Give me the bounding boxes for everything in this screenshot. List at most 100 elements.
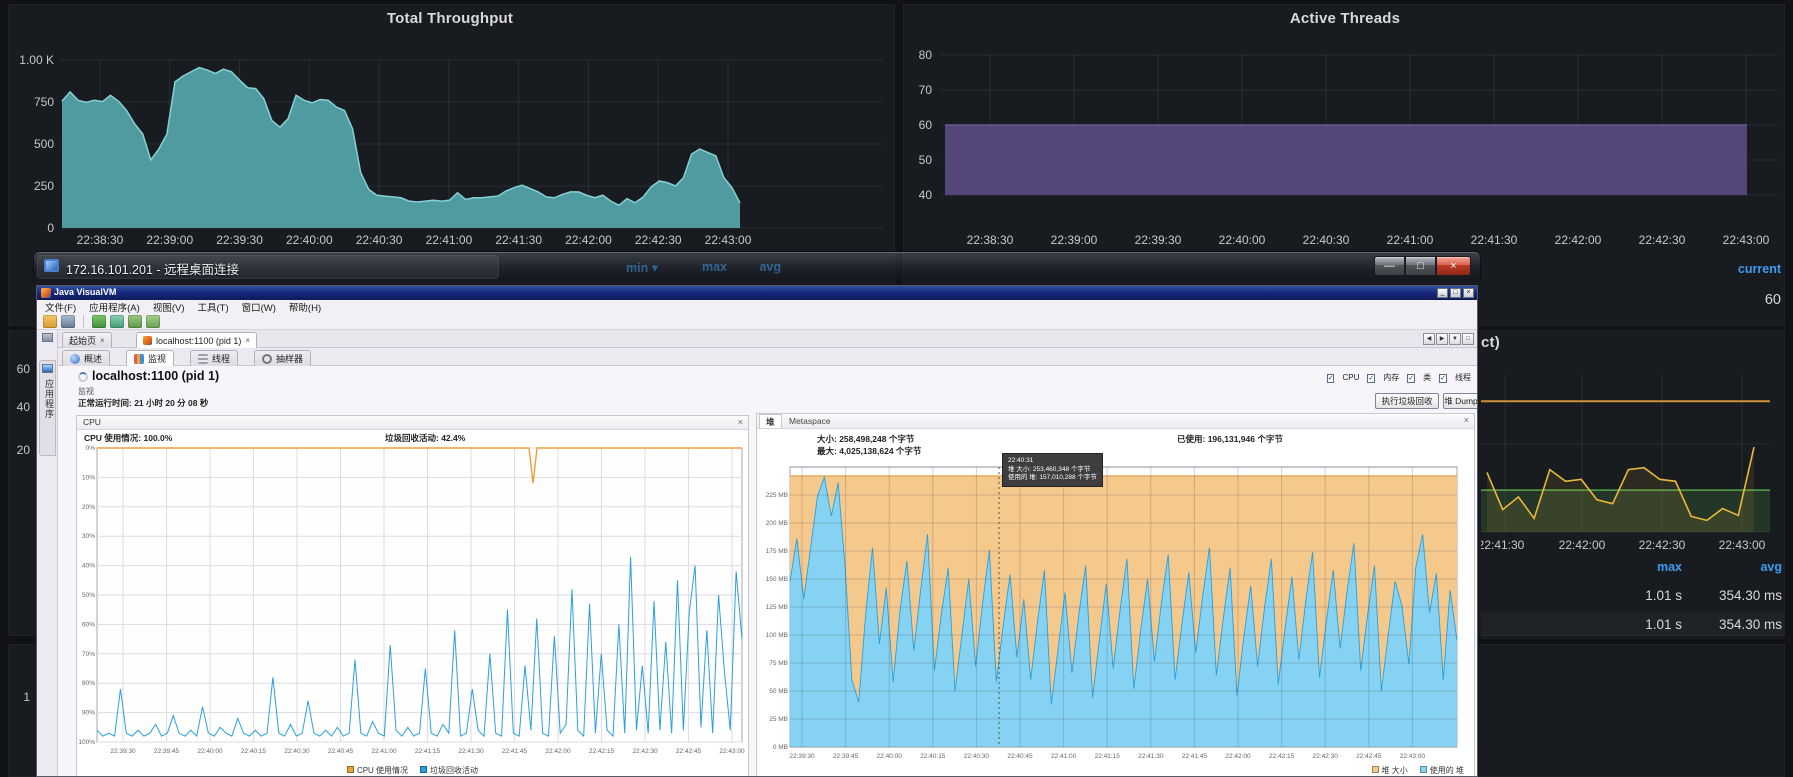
- monitor-section-label: 监视: [78, 386, 94, 397]
- subtab-monitor[interactable]: 监视: [126, 350, 174, 366]
- tab-scroll-left-icon[interactable]: ◀: [1423, 333, 1435, 345]
- panel-title-response-times-fragment: ct): [1481, 334, 1541, 351]
- memory-section-close-icon[interactable]: ×: [1464, 415, 1469, 425]
- sidebar-applications-tab[interactable]: 应用程序: [39, 360, 56, 456]
- response-times-chart[interactable]: 22:41:3022:42:0022:42:3022:43:00: [1481, 364, 1785, 556]
- svg-text:22:43:00: 22:43:00: [719, 748, 745, 755]
- svg-text:150 MB: 150 MB: [766, 576, 788, 583]
- legend-header-avg-2[interactable]: avg: [1682, 560, 1782, 574]
- svg-text:22:42:00: 22:42:00: [545, 748, 571, 755]
- heap-dump-icon[interactable]: [128, 315, 142, 328]
- heap-dump-button[interactable]: 堆 Dump: [1443, 393, 1478, 409]
- rdp-maximize-button[interactable]: □: [1405, 256, 1436, 276]
- tooltip-time: 22:40:31: [1008, 457, 1097, 466]
- rdp-close-button[interactable]: ×: [1436, 256, 1471, 276]
- svg-text:22:40:15: 22:40:15: [920, 753, 946, 760]
- svg-text:22:42:30: 22:42:30: [1639, 233, 1686, 247]
- svg-text:22:43:00: 22:43:00: [1400, 753, 1426, 760]
- checkbox-classes[interactable]: ✓: [1407, 373, 1415, 382]
- svg-text:250: 250: [34, 179, 54, 193]
- metaspace-tab[interactable]: Metaspace: [783, 414, 837, 428]
- sampler-icon: [262, 354, 272, 364]
- cpu-chart-legend: CPU 使用情况 垃圾回收活动: [77, 765, 748, 776]
- svg-text:22:41:45: 22:41:45: [1182, 753, 1208, 760]
- menu-view[interactable]: 视图(V): [153, 300, 185, 314]
- visualvm-window[interactable]: Java VisualVM _ □ × 文件(F) 应用程序(A) 视图(V) …: [36, 285, 1478, 777]
- panel-title-active-threads[interactable]: Active Threads: [1145, 10, 1545, 27]
- svg-text:22:42:00: 22:42:00: [1225, 753, 1251, 760]
- checkbox-memory[interactable]: ✓: [1367, 373, 1375, 382]
- total-throughput-chart[interactable]: 02505007501.00 K22:38:3022:39:0022:39:30…: [8, 44, 889, 254]
- perform-gc-button[interactable]: 执行垃圾回收: [1375, 393, 1439, 409]
- menu-file[interactable]: 文件(F): [45, 300, 76, 314]
- legend-row-2[interactable]: 1.01 s 354.30 ms: [1481, 612, 1784, 639]
- visualvm-menu-bar: 文件(F) 应用程序(A) 视图(V) 工具(T) 窗口(W) 帮助(H): [37, 300, 1477, 313]
- tab-start-page-close-icon[interactable]: ×: [100, 336, 105, 345]
- sidebar-window-icon[interactable]: [42, 333, 53, 342]
- svg-text:70%: 70%: [82, 651, 95, 658]
- checkbox-cpu[interactable]: ✓: [1327, 373, 1335, 382]
- open-folder-icon[interactable]: [43, 315, 57, 328]
- app-status-spinner-icon: [78, 372, 88, 382]
- svg-text:22:39:30: 22:39:30: [789, 753, 815, 760]
- active-threads-chart[interactable]: 405060708022:38:3022:39:0022:39:3022:40:…: [903, 44, 1785, 254]
- svg-text:22:39:45: 22:39:45: [154, 748, 180, 755]
- cpu-usage-legend-item[interactable]: CPU 使用情况: [347, 765, 408, 776]
- legend-row-1-max: 1.01 s: [1582, 588, 1682, 603]
- applications-sidebar[interactable]: 应用程序: [37, 330, 58, 777]
- heap-used-legend-item[interactable]: 使用的 堆: [1420, 765, 1464, 776]
- svg-text:22:41:00: 22:41:00: [1387, 233, 1434, 247]
- application-snapshot-icon[interactable]: [92, 315, 106, 328]
- tab-localhost-1100-close-icon[interactable]: ×: [245, 336, 250, 345]
- heap-size-legend-item[interactable]: 堆 大小: [1372, 765, 1408, 776]
- menu-applications[interactable]: 应用程序(A): [89, 300, 140, 314]
- rdp-minimize-button[interactable]: —: [1374, 256, 1405, 276]
- visualvm-restore-button[interactable]: □: [1450, 288, 1461, 298]
- memory-section-header: 堆 Metaspace ×: [757, 414, 1474, 429]
- svg-text:22:42:00: 22:42:00: [1555, 233, 1602, 247]
- panel-title-total-throughput[interactable]: Total Throughput: [250, 10, 650, 27]
- svg-text:0 MB: 0 MB: [773, 744, 788, 751]
- save-icon[interactable]: [61, 315, 75, 328]
- menu-window[interactable]: 窗口(W): [242, 300, 276, 314]
- menu-tools[interactable]: 工具(T): [197, 300, 228, 314]
- svg-text:22:42:45: 22:42:45: [676, 748, 702, 755]
- thread-dump-icon[interactable]: [110, 315, 124, 328]
- cpu-section-close-icon[interactable]: ×: [738, 417, 743, 427]
- profiler-snapshot-icon[interactable]: [146, 315, 160, 328]
- subtab-threads[interactable]: 线程: [190, 350, 238, 366]
- legend-row-1[interactable]: 1.01 s 354.30 ms: [1481, 584, 1784, 611]
- svg-text:0: 0: [47, 221, 54, 235]
- subtab-sampler[interactable]: 抽样器: [254, 350, 311, 366]
- tab-localhost-1100[interactable]: localhost:1100 (pid 1) ×: [136, 332, 257, 348]
- cpu-usage-chart[interactable]: 0%10%20%30%40%50%60%70%80%90%100%22:39:3…: [77, 442, 750, 764]
- tab-maximize-icon[interactable]: □: [1462, 333, 1474, 345]
- svg-text:22:41:00: 22:41:00: [426, 233, 473, 247]
- svg-text:70: 70: [919, 83, 933, 97]
- tab-list-dropdown-icon[interactable]: ▼: [1449, 333, 1461, 345]
- visualvm-close-button[interactable]: ×: [1463, 288, 1474, 298]
- tab-scroll-right-icon[interactable]: ▶: [1436, 333, 1448, 345]
- gc-activity-legend-item[interactable]: 垃圾回收活动: [420, 765, 478, 776]
- monitor-view: localhost:1100 (pid 1) ✓ CPU ✓ 内存 ✓ 类 ✓ …: [58, 366, 1478, 777]
- menu-help[interactable]: 帮助(H): [289, 300, 321, 314]
- view-sub-tabs: 概述 监视 线程 抽样器: [58, 348, 1478, 366]
- checkbox-cpu-box[interactable]: ✓: [1327, 374, 1335, 383]
- svg-text:60: 60: [919, 118, 933, 132]
- cpu-section-header[interactable]: CPU ×: [77, 416, 748, 430]
- rdp-window[interactable]: 172.16.101.201 - 远程桌面连接 — □ × Java Visua…: [33, 251, 1481, 777]
- legend-header-max-2[interactable]: max: [1582, 560, 1682, 574]
- svg-text:30%: 30%: [82, 533, 95, 540]
- heap-size-swatch-icon: [1372, 766, 1379, 773]
- checkbox-classes-label: 类: [1423, 372, 1431, 383]
- heap-tab[interactable]: 堆: [759, 414, 782, 428]
- legend-header-current[interactable]: current: [1681, 262, 1781, 276]
- subtab-overview[interactable]: 概述: [62, 350, 110, 366]
- tab-start-page[interactable]: 起始页 ×: [62, 332, 112, 348]
- subtab-sampler-label: 抽样器: [276, 352, 303, 365]
- checkbox-threads[interactable]: ✓: [1439, 373, 1447, 382]
- heap-memory-chart[interactable]: 0 MB25 MB50 MB75 MB100 MB125 MB150 MB175…: [757, 457, 1476, 764]
- visualvm-minimize-button[interactable]: _: [1437, 288, 1448, 298]
- visualvm-title-bar[interactable]: Java VisualVM _ □ ×: [37, 286, 1477, 300]
- rdp-title-bar[interactable]: 172.16.101.201 - 远程桌面连接 — □ ×: [33, 251, 1481, 281]
